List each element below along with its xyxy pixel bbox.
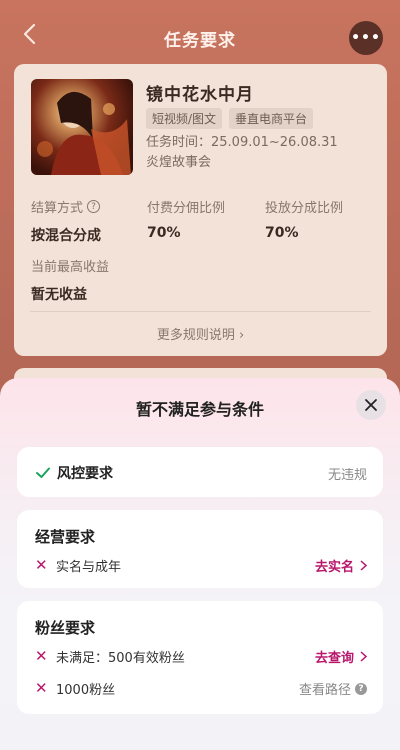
requirement-row: ✕ 未满足：500有效粉丝 去查询 [35,647,367,666]
ad-ratio-label: 投放分成比例 [265,201,344,216]
requirement-row: ✕ 1000粉丝 查看路径 ? [35,679,367,698]
check-icon [36,467,50,478]
conditions-sheet: 暂不满足参与条件 风控要求 无违规 经营要求 ✕ 实名与成年 去实名 粉丝要求 [0,378,400,750]
metric-ad-ratio: 投放分成比例 70% [265,197,343,241]
more-icon: ••• [351,30,381,46]
fans-title: 粉丝要求 [35,619,96,637]
settlement-label: 结算方式 [31,201,84,216]
business-requirement-card: 经营要求 ✕ 实名与成年 去实名 [17,510,383,588]
divider [30,311,371,312]
page-title: 任务要求 [164,31,236,51]
risk-title: 风控要求 [57,466,113,482]
more-rules-link[interactable]: 更多规则说明 › [14,324,387,343]
action-label: 去查询 [314,651,354,666]
task-time: 任务时间：25.09.01~26.08.31 [146,135,338,150]
chevron-right-icon [360,560,367,571]
task-name: 镜中花水中月 [146,85,254,105]
cross-icon: ✕ [35,556,48,574]
sheet-title: 暂不满足参与条件 [135,400,264,419]
requirement-text: 实名与成年 [56,560,122,575]
help-icon[interactable]: ? [87,200,101,213]
task-card: 镜中花水中月 短视频/图文 垂直电商平台 任务时间：25.09.01~26.08… [14,64,387,356]
close-button[interactable] [356,390,386,420]
cross-icon: ✕ [35,679,48,697]
nav-bar: 任务要求 ••• [0,0,400,72]
verify-identity-link[interactable]: 去实名 [315,556,367,575]
task-tags: 短视频/图文 垂直电商平台 [146,108,314,129]
paid-ratio-value: 70% [147,225,181,241]
chevron-right-icon [360,651,367,662]
task-cover-image [31,79,133,175]
tag-platform: 垂直电商平台 [229,108,314,129]
business-title: 经营要求 [35,528,96,546]
risk-row: 风控要求 无违规 [35,463,367,483]
tag-content-type: 短视频/图文 [146,108,223,129]
help-icon: ? [355,682,367,695]
metric-settlement: 结算方式? 按混合分成 [31,197,101,245]
check-fans-link[interactable]: 去查询 [315,647,367,666]
metric-income: 当前最高收益 暂无收益 [31,256,109,304]
task-org: 炎煌故事会 [146,155,212,170]
more-button[interactable]: ••• [349,21,383,55]
requirement-text: 未满足：500有效粉丝 [56,651,185,666]
paid-ratio-label: 付费分佣比例 [147,201,226,216]
requirement-row: ✕ 实名与成年 去实名 [35,556,367,575]
requirement-text: 1000粉丝 [56,683,116,698]
income-value: 暂无收益 [31,287,87,303]
action-label: 去实名 [314,560,354,575]
fans-requirement-card: 粉丝要求 ✕ 未满足：500有效粉丝 去查询 ✕ 1000粉丝 查看路径 ? [17,601,383,714]
income-label: 当前最高收益 [31,260,110,275]
risk-requirement-card: 风控要求 无违规 [17,447,383,497]
settlement-value: 按混合分成 [31,228,101,244]
view-path-link[interactable]: 查看路径 ? [299,679,367,698]
cross-icon: ✕ [35,647,48,665]
metric-paid-ratio: 付费分佣比例 70% [147,197,225,241]
ad-ratio-value: 70% [265,225,299,241]
close-icon [365,399,377,411]
risk-status: 无违规 [327,467,367,483]
action-label: 查看路径 [298,683,351,698]
